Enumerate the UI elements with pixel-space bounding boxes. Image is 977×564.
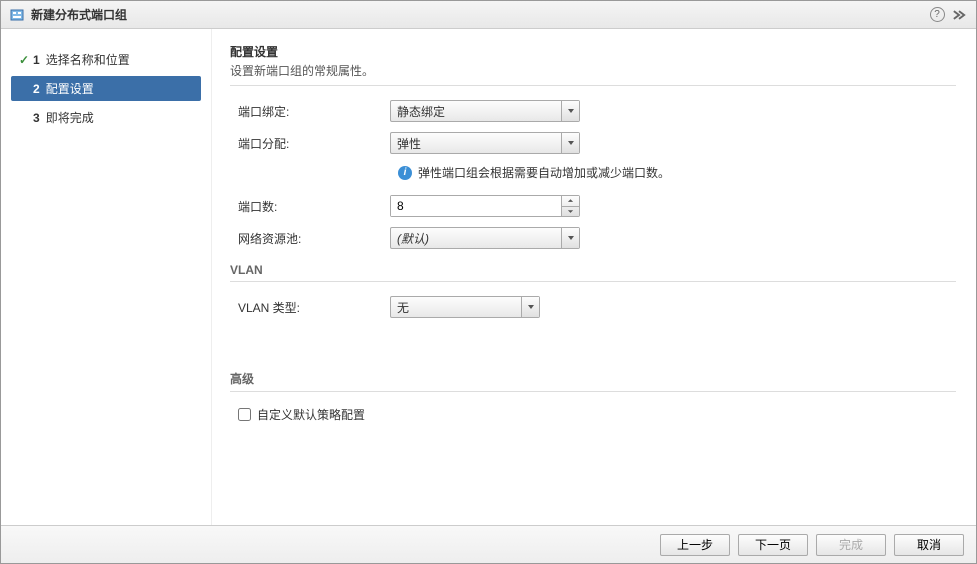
section-title: 配置设置 [230, 43, 956, 60]
checkbox-custom-policy[interactable] [238, 408, 251, 421]
expand-icon[interactable] [950, 6, 968, 24]
chevron-down-icon [561, 101, 579, 121]
dialog-title: 新建分布式端口组 [31, 6, 924, 23]
spin-down-button[interactable] [562, 207, 579, 217]
section-desc: 设置新端口组的常规属性。 [230, 62, 956, 79]
content-panel: 配置设置 设置新端口组的常规属性。 端口绑定: 静态绑定 端口分配: 弹性 [211, 29, 976, 525]
back-button[interactable]: 上一步 [660, 534, 730, 556]
chevron-down-icon [561, 228, 579, 248]
row-port-count: 端口数: [230, 195, 956, 217]
check-icon: ✓ [17, 53, 31, 67]
row-vlan-type: VLAN 类型: 无 [230, 296, 956, 318]
step-3: ✓ 3 即将完成 [11, 105, 201, 130]
finish-button: 完成 [816, 534, 886, 556]
app-icon [9, 7, 25, 23]
footer: 上一步 下一页 完成 取消 [1, 525, 976, 563]
titlebar: 新建分布式端口组 ? [1, 1, 976, 29]
help-icon[interactable]: ? [928, 6, 946, 24]
divider [230, 85, 956, 86]
select-port-binding[interactable]: 静态绑定 [390, 100, 580, 122]
input-port-count[interactable] [391, 196, 561, 216]
select-net-pool[interactable]: (默认) [390, 227, 580, 249]
next-button[interactable]: 下一页 [738, 534, 808, 556]
label-port-binding: 端口绑定: [230, 103, 390, 120]
spinner-port-count [390, 195, 580, 217]
label-net-pool: 网络资源池: [230, 230, 390, 247]
label-vlan-type: VLAN 类型: [230, 299, 390, 316]
row-port-alloc: 端口分配: 弹性 [230, 132, 956, 154]
wizard-steps: ✓ 1 选择名称和位置 ✓ 2 配置设置 ✓ 3 即将完成 [1, 29, 211, 525]
dialog-body: ✓ 1 选择名称和位置 ✓ 2 配置设置 ✓ 3 即将完成 配置设置 设置新端口… [1, 29, 976, 525]
row-custom-policy: 自定义默认策略配置 [230, 406, 956, 423]
row-net-pool: 网络资源池: (默认) [230, 227, 956, 249]
group-advanced: 高级 [230, 366, 956, 392]
row-port-binding: 端口绑定: 静态绑定 [230, 100, 956, 122]
group-vlan: VLAN [230, 259, 956, 282]
select-port-alloc[interactable]: 弹性 [390, 132, 580, 154]
spin-up-button[interactable] [562, 196, 579, 207]
info-text: 弹性端口组会根据需要自动增加或减少端口数。 [418, 164, 670, 181]
info-icon: i [398, 166, 412, 180]
chevron-down-icon [561, 133, 579, 153]
dialog-window: 新建分布式端口组 ? ✓ 1 选择名称和位置 ✓ 2 配置设置 ✓ 3 即将完成 [0, 0, 977, 564]
label-port-count: 端口数: [230, 198, 390, 215]
info-port-alloc: i 弹性端口组会根据需要自动增加或减少端口数。 [398, 164, 956, 181]
step-2[interactable]: ✓ 2 配置设置 [11, 76, 201, 101]
chevron-down-icon [521, 297, 539, 317]
step-1[interactable]: ✓ 1 选择名称和位置 [11, 47, 201, 72]
label-port-alloc: 端口分配: [230, 135, 390, 152]
label-custom-policy: 自定义默认策略配置 [257, 406, 365, 423]
select-vlan-type[interactable]: 无 [390, 296, 540, 318]
cancel-button[interactable]: 取消 [894, 534, 964, 556]
